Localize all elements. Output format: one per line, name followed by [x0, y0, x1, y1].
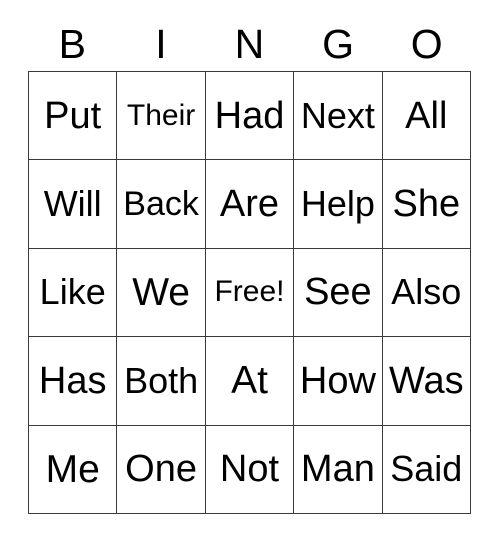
- header-letter-b: B: [58, 21, 86, 67]
- bingo-cell-label: Free!: [214, 275, 285, 309]
- bingo-cell[interactable]: At: [205, 337, 295, 426]
- bingo-cell-label: Man: [300, 448, 375, 491]
- bingo-cell[interactable]: She: [382, 160, 471, 249]
- bingo-grid: Put Their Had Next All Will Back Are Help She Like…: [28, 71, 471, 514]
- bingo-cell-label: Put: [44, 94, 102, 137]
- bingo-cell[interactable]: One: [117, 425, 206, 514]
- bingo-cell-label: All: [405, 94, 448, 137]
- header-letter-g: G: [322, 21, 355, 67]
- bingo-header: B I N G O: [28, 18, 471, 71]
- bingo-cell[interactable]: Like: [29, 248, 118, 338]
- bingo-cell-label: Are: [219, 183, 280, 226]
- bingo-cell-label: Their: [126, 98, 196, 132]
- bingo-cell[interactable]: Me: [29, 425, 118, 514]
- bingo-cell-label: Like: [39, 271, 106, 313]
- bingo-cell-label: Also: [391, 271, 462, 313]
- bingo-cell-label: We: [132, 270, 190, 314]
- bingo-cell[interactable]: Not: [205, 425, 295, 514]
- header-letter-n: N: [234, 21, 265, 67]
- bingo-cell[interactable]: Their: [117, 72, 206, 161]
- bingo-cell[interactable]: Next: [294, 72, 383, 161]
- bingo-cell-free[interactable]: Free!: [205, 248, 295, 338]
- bingo-cell-label: She: [392, 183, 461, 226]
- bingo-cell-label: Was: [389, 359, 464, 402]
- bingo-cell[interactable]: Help: [294, 160, 383, 249]
- bingo-cell-label: Said: [390, 448, 463, 490]
- bingo-cell[interactable]: We: [117, 248, 206, 338]
- bingo-cell[interactable]: Back: [117, 160, 206, 249]
- bingo-cell-label: Back: [123, 185, 199, 224]
- bingo-cell-label: Not: [219, 448, 280, 491]
- bingo-cell[interactable]: Was: [382, 337, 471, 426]
- bingo-cell-label: See: [304, 271, 372, 314]
- bingo-cell[interactable]: Man: [294, 425, 383, 514]
- bingo-cell-label: Me: [45, 447, 100, 491]
- bingo-cell-label: Next: [300, 94, 375, 136]
- bingo-cell[interactable]: All: [382, 72, 471, 161]
- bingo-cell-label: Had: [214, 94, 285, 137]
- bingo-cell-label: One: [125, 448, 197, 491]
- bingo-cell[interactable]: Both: [117, 337, 206, 426]
- header-letter-o: O: [410, 21, 443, 67]
- bingo-cell-label: Has: [38, 359, 107, 402]
- bingo-card: B I N G O Put Their Had Next All Will Back Are H…: [0, 0, 500, 544]
- bingo-cell[interactable]: Has: [29, 337, 118, 426]
- bingo-cell[interactable]: Said: [382, 425, 471, 514]
- bingo-cell[interactable]: Also: [382, 248, 471, 338]
- header-letter-i: I: [155, 21, 167, 67]
- bingo-cell[interactable]: How: [294, 337, 383, 426]
- bingo-cell[interactable]: Will: [29, 160, 118, 249]
- bingo-cell[interactable]: Had: [205, 72, 295, 161]
- bingo-cell-label: How: [299, 359, 376, 402]
- bingo-cell[interactable]: Put: [29, 72, 118, 161]
- bingo-cell[interactable]: See: [294, 248, 383, 338]
- bingo-cell-label: Will: [43, 183, 102, 225]
- bingo-cell-label: At: [231, 359, 268, 403]
- bingo-cell[interactable]: Are: [205, 160, 295, 249]
- bingo-cell-label: Help: [300, 183, 375, 225]
- bingo-cell-label: Both: [124, 359, 199, 401]
